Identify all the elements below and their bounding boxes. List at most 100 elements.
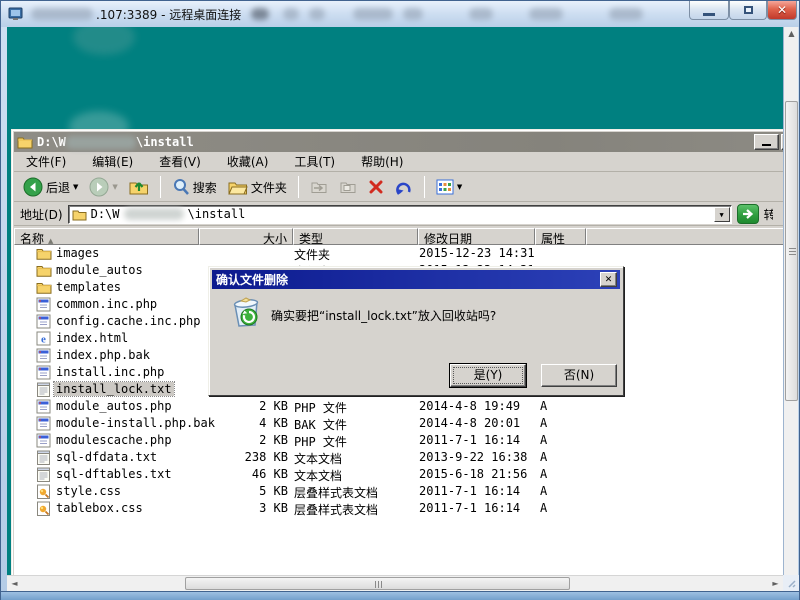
css-file-icon [36,484,52,499]
rdp-horizontal-scrollbar[interactable]: ◄ ► [7,575,783,591]
file-name[interactable]: module_autos [56,263,143,277]
delete-button[interactable] [365,177,387,197]
file-name[interactable]: config.cache.inc.php [56,314,201,328]
folder-up-icon [129,178,149,196]
vertical-scroll-thumb[interactable] [785,101,798,401]
file-date: 2015-12-23 14:31 [419,246,535,260]
folder-icon [17,135,33,149]
move-to-button[interactable] [307,177,331,197]
file-name[interactable]: common.inc.php [56,297,157,311]
file-name[interactable]: install_lock.txt [54,382,174,396]
file-type: 文本文档 [294,467,342,484]
scroll-up-icon[interactable]: ▲ [784,27,799,42]
file-attr: A [540,399,547,413]
file-type: PHP 文件 [294,399,347,416]
move-to-icon [310,179,328,195]
rdp-client-window: .107:3389 - 远程桌面连接 ✕ D:\W \install [0,0,800,600]
file-row[interactable]: modulescache.php 2 KB PHP 文件 2011-7-1 16… [14,432,783,449]
column-header-name[interactable]: 名称▲ [14,228,199,245]
undo-icon [395,179,413,195]
dialog-close-button[interactable]: ✕ [600,272,617,287]
column-header-attr[interactable]: 属性 [535,228,586,245]
file-name[interactable]: style.css [56,484,121,498]
go-button[interactable] [737,204,759,224]
scroll-right-icon[interactable]: ► [768,576,783,592]
column-header-size[interactable]: 大小 [199,228,293,245]
menu-favorites[interactable]: 收藏(A) [227,153,269,170]
file-name[interactable]: templates [56,280,121,294]
folder-icon [36,263,52,278]
restore-button[interactable] [729,1,767,20]
php-file-icon [36,314,52,329]
file-attr: A [540,433,547,447]
scroll-left-icon[interactable]: ◄ [7,576,22,592]
blurred-text [31,8,93,20]
folders-button[interactable]: 文件夹 [225,177,290,198]
file-name[interactable]: sql-dfdata.txt [56,450,157,464]
file-name[interactable]: sql-dftables.txt [56,467,172,481]
explorer-minimize-button[interactable] [754,134,779,150]
dialog-message: 确实要把“install_lock.txt”放入回收站吗? [271,307,496,324]
yes-button[interactable]: 是(Y) [450,364,526,387]
no-button[interactable]: 否(N) [541,364,617,387]
txt-file-icon [36,467,52,482]
back-button[interactable]: 后退 ▼ [20,175,81,199]
column-header-date[interactable]: 修改日期 [418,228,535,245]
views-button[interactable]: ▼ [433,177,465,197]
file-size: 3 KB [197,501,288,515]
file-attr: A [540,501,547,515]
file-row[interactable]: images 文件夹 2015-12-23 14:31 [14,245,783,262]
resize-grip[interactable] [783,575,799,591]
file-name[interactable]: module-install.php.bak [56,416,215,430]
file-date: 2011-7-1 16:14 [419,501,520,515]
explorer-addressbar: 地址(D) D:\W \install ▼ 转到 [14,203,783,226]
close-button[interactable]: ✕ [767,1,797,20]
folder-icon [72,208,87,221]
rdp-app-icon [8,6,24,22]
file-row[interactable]: sql-dfdata.txt 238 KB 文本文档 2013-9-22 16:… [14,449,783,466]
address-input[interactable]: D:\W \install ▼ [68,205,732,224]
forward-button[interactable]: ▼ [86,175,120,199]
back-icon [23,177,43,197]
up-button[interactable] [126,176,152,198]
toolbar-separator [160,176,161,198]
undo-button[interactable] [392,177,416,197]
horizontal-scroll-thumb[interactable] [185,577,570,590]
folder-icon [36,280,52,295]
search-button[interactable]: 搜索 [169,176,220,198]
blurred-desktop-icon [73,27,135,55]
file-attr: A [540,416,547,430]
file-date: 2015-6-18 21:56 [419,467,527,481]
file-name[interactable]: index.html [56,331,128,345]
menu-view[interactable]: 查看(V) [159,153,201,170]
rdp-window-title: .107:3389 - 远程桌面连接 [96,6,241,23]
file-row[interactable]: tablebox.css 3 KB 层叠样式表文档 2011-7-1 16:14… [14,500,783,517]
file-date: 2011-7-1 16:14 [419,433,520,447]
file-row[interactable]: style.css 5 KB 层叠样式表文档 2011-7-1 16:14 A [14,483,783,500]
minimize-button[interactable] [689,1,729,20]
copy-to-button[interactable] [336,177,360,197]
thumb-grip [789,251,796,252]
file-name[interactable]: modulescache.php [56,433,172,447]
column-header-type[interactable]: 类型 [293,228,418,245]
menu-tools[interactable]: 工具(T) [294,153,335,170]
file-name[interactable]: install.inc.php [56,365,164,379]
back-label: 后退 [46,179,70,196]
file-row[interactable]: module_autos.php 2 KB PHP 文件 2014-4-8 19… [14,398,783,415]
rdp-vertical-scrollbar[interactable]: ▲ ▼ [783,27,798,591]
file-name[interactable]: images [56,246,99,260]
blurred-icon [283,8,299,20]
address-dropdown-button[interactable]: ▼ [714,207,730,222]
file-type: 层叠样式表文档 [294,484,378,501]
menu-file[interactable]: 文件(F) [26,153,66,170]
file-name[interactable]: tablebox.css [56,501,143,515]
menu-help[interactable]: 帮助(H) [361,153,403,170]
close-icon: ✕ [777,3,787,17]
file-row[interactable]: sql-dftables.txt 46 KB 文本文档 2015-6-18 21… [14,466,783,483]
file-row[interactable]: module-install.php.bak 4 KB BAK 文件 2014-… [14,415,783,432]
title-path-suffix: \install [136,135,194,149]
file-name[interactable]: index.php.bak [56,348,150,362]
file-size: 2 KB [197,399,288,413]
file-name[interactable]: module_autos.php [56,399,172,413]
menu-edit[interactable]: 编辑(E) [92,153,133,170]
